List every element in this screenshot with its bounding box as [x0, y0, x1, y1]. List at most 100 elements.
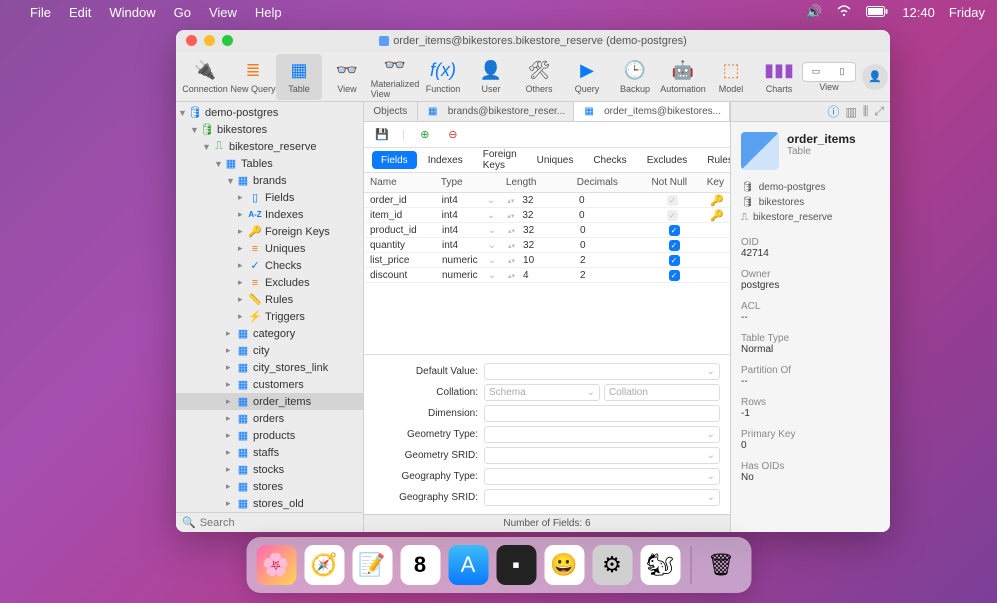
inspector-ddl-icon[interactable]: ▥	[846, 105, 857, 119]
charts-button[interactable]: ▮▮▮Charts	[756, 54, 802, 100]
sidebar-brands-uniques[interactable]: ▸≡Uniques	[176, 240, 363, 257]
view-mode-toggle[interactable]: ▭ ▯	[802, 62, 856, 82]
subtab-checks[interactable]: Checks	[584, 151, 635, 169]
inspector-property: Table TypeNormal	[741, 333, 880, 355]
dock: 🌸 🧭 📝 8 А ▪ 😀 ⚙ 🐿 🗑	[246, 537, 751, 593]
sidebar-brands-fields[interactable]: ▸▯Fields	[176, 189, 363, 206]
inspector-expand-icon[interactable]: ⤢	[874, 104, 884, 119]
sidebar-table-brands[interactable]: ▼▦brands	[176, 172, 363, 189]
menu-edit[interactable]: Edit	[69, 5, 91, 20]
tab-orderitems[interactable]: ▦order_items@bikestores...	[574, 102, 730, 121]
sidebar-table-storesold[interactable]: ▸▦stores_old	[176, 495, 363, 512]
field-row[interactable]: item_id int4⌄ ▴▾32 0 ✓ 🔑	[364, 208, 730, 223]
tab-objects[interactable]: Objects	[364, 102, 418, 121]
dock-settings[interactable]: ⚙	[592, 545, 632, 585]
field-row[interactable]: list_price numeric⌄ ▴▾10 2 ✓	[364, 253, 730, 268]
subtab-excludes[interactable]: Excludes	[638, 151, 697, 169]
menu-file[interactable]: File	[30, 5, 51, 20]
volume-icon[interactable]: 🔊	[806, 4, 822, 20]
model-button[interactable]: ⬚Model	[708, 54, 754, 100]
inspector-link-database[interactable]: 🛢bikestores	[741, 197, 880, 208]
sidebar-table-city[interactable]: ▸▦city	[176, 342, 363, 359]
view-list-icon[interactable]: ▭	[803, 63, 829, 81]
menu-view[interactable]: View	[209, 5, 237, 20]
dock-appstore[interactable]: А	[448, 545, 488, 585]
dock-trash[interactable]: 🗑	[701, 545, 741, 585]
field-row[interactable]: quantity int4⌄ ▴▾32 0 ✓	[364, 238, 730, 253]
sidebar-table-stocks[interactable]: ▸▦stocks	[176, 461, 363, 478]
sidebar-table-orders[interactable]: ▸▦orders	[176, 410, 363, 427]
dock-terminal[interactable]: ▪	[496, 545, 536, 585]
prop-geomsrid-input[interactable]: ⌄	[484, 447, 720, 464]
inspector-info-icon[interactable]: ⓘ	[828, 103, 840, 120]
dock-navicat[interactable]: 🐿	[640, 545, 680, 585]
query-button[interactable]: ▶Query	[564, 54, 610, 100]
subtab-foreignkeys[interactable]: Foreign Keys	[474, 151, 526, 169]
add-field-button[interactable]: ⊕	[417, 127, 433, 143]
backup-button[interactable]: 🕒Backup	[612, 54, 658, 100]
zoom-icon[interactable]	[222, 35, 233, 46]
wifi-icon[interactable]	[836, 5, 852, 20]
prop-dimension-input[interactable]	[484, 405, 720, 422]
dock-notes[interactable]: 📝	[352, 545, 392, 585]
traffic-lights[interactable]	[186, 35, 233, 46]
field-row[interactable]: discount numeric⌄ ▴▾4 2 ✓	[364, 268, 730, 283]
subtab-indexes[interactable]: Indexes	[419, 151, 472, 169]
sidebar-brands-rules[interactable]: ▸📏Rules	[176, 291, 363, 308]
sidebar-connection[interactable]: ▼🛢demo-postgres	[176, 104, 363, 121]
inspector-split-icon[interactable]: ⫼	[863, 104, 869, 119]
dock-photos[interactable]: 🌸	[256, 545, 296, 585]
others-button[interactable]: 🛠Others	[516, 54, 562, 100]
sidebar-table-citystoreslink[interactable]: ▸▦city_stores_link	[176, 359, 363, 376]
prop-collation-name[interactable]: Collation	[604, 384, 720, 401]
sidebar-table-products[interactable]: ▸▦products	[176, 427, 363, 444]
connection-button[interactable]: 🔌Connection	[182, 54, 228, 100]
field-row[interactable]: product_id int4⌄ ▴▾32 0 ✓	[364, 223, 730, 238]
close-icon[interactable]	[186, 35, 197, 46]
prop-collation-schema[interactable]: Schema⌄	[484, 384, 600, 401]
inspector-link-connection[interactable]: 🛢demo-postgres	[741, 182, 880, 193]
minimize-icon[interactable]	[204, 35, 215, 46]
dock-finder[interactable]: 😀	[544, 545, 584, 585]
sidebar-brands-checks[interactable]: ▸✓Checks	[176, 257, 363, 274]
avatar[interactable]: 👤	[862, 64, 888, 90]
sidebar-database[interactable]: ▼🛢bikestores	[176, 121, 363, 138]
prop-geogtype-input[interactable]: ⌄	[484, 468, 720, 485]
sidebar-brands-indexes[interactable]: ▸A-ZIndexes	[176, 206, 363, 223]
function-button[interactable]: f(x)Function	[420, 54, 466, 100]
dock-safari[interactable]: 🧭	[304, 545, 344, 585]
view-button[interactable]: 👓View	[324, 54, 370, 100]
search-input[interactable]	[196, 517, 357, 529]
save-button[interactable]: 💾	[374, 127, 390, 143]
view-detail-icon[interactable]: ▯	[829, 63, 855, 81]
sidebar-schema[interactable]: ▼⎍bikestore_reserve	[176, 138, 363, 155]
matview-button[interactable]: 👓Materialized View	[372, 54, 418, 100]
field-row[interactable]: order_id int4⌄ ▴▾32 0 ✓ 🔑	[364, 193, 730, 208]
prop-geomtype-input[interactable]: ⌄	[484, 426, 720, 443]
battery-icon[interactable]	[866, 5, 888, 20]
user-button[interactable]: 👤User	[468, 54, 514, 100]
menu-window[interactable]: Window	[109, 5, 155, 20]
prop-geogsrid-input[interactable]: ⌄	[484, 489, 720, 506]
table-button[interactable]: ▦Table	[276, 54, 322, 100]
sidebar-brands-excludes[interactable]: ▸≡Excludes	[176, 274, 363, 291]
new-query-button[interactable]: ≣New Query	[230, 54, 276, 100]
menu-help[interactable]: Help	[255, 5, 282, 20]
sidebar-brands-triggers[interactable]: ▸⚡Triggers	[176, 308, 363, 325]
subtab-uniques[interactable]: Uniques	[528, 151, 583, 169]
sidebar-tables-folder[interactable]: ▼▦Tables	[176, 155, 363, 172]
sidebar-table-orderitems[interactable]: ▸▦order_items	[176, 393, 363, 410]
sidebar-table-customers[interactable]: ▸▦customers	[176, 376, 363, 393]
sidebar-table-staffs[interactable]: ▸▦staffs	[176, 444, 363, 461]
sidebar-table-stores[interactable]: ▸▦stores	[176, 478, 363, 495]
menu-go[interactable]: Go	[174, 5, 191, 20]
inspector-link-schema[interactable]: ⎍bikestore_reserve	[741, 212, 880, 223]
tab-brands[interactable]: ▦brands@bikestore_reser...	[418, 102, 574, 121]
subtab-fields[interactable]: Fields	[372, 151, 417, 169]
delete-field-button[interactable]: ⊖	[445, 127, 461, 143]
sidebar-table-category[interactable]: ▸▦category	[176, 325, 363, 342]
automation-button[interactable]: 🤖Automation	[660, 54, 706, 100]
dock-calendar[interactable]: 8	[400, 545, 440, 585]
prop-default-input[interactable]: ⌄	[484, 363, 720, 380]
sidebar-brands-foreignkeys[interactable]: ▸🔑Foreign Keys	[176, 223, 363, 240]
